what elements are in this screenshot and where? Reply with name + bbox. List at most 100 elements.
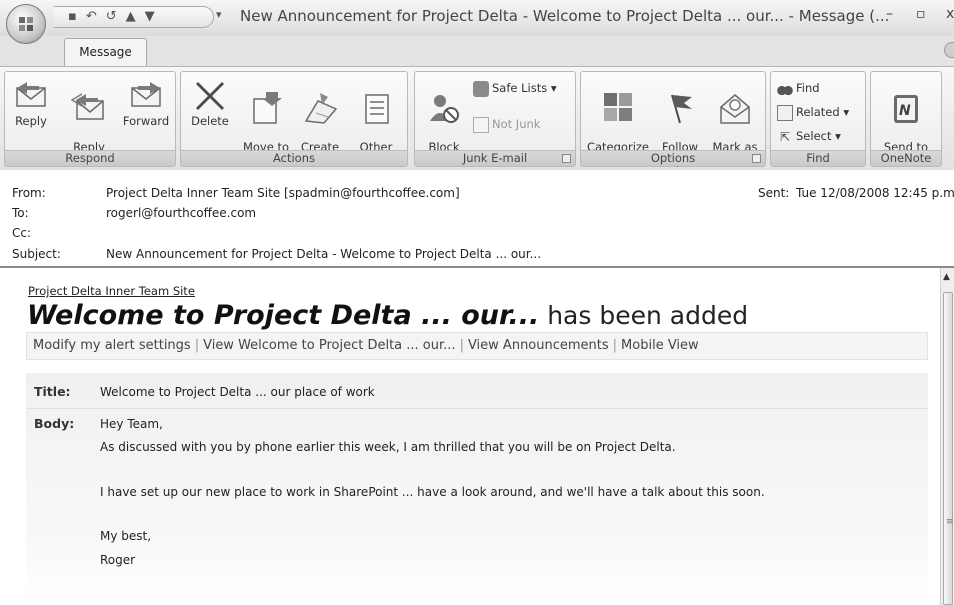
cc-label: Cc: <box>12 226 32 240</box>
not-junk-button[interactable]: Not Junk <box>473 114 540 134</box>
sent-label: Sent: <box>758 186 790 200</box>
body-line: Hey Team, <box>100 417 163 431</box>
minimize-button[interactable]: – <box>886 6 893 22</box>
to-value[interactable]: rogerl@fourthcoffee.com <box>106 206 256 220</box>
group-respond: Reply Reply to All Forward Respond <box>4 71 176 167</box>
safe-lists-button[interactable]: Safe Lists ▾ <box>473 78 557 98</box>
group-label-find: Find <box>771 150 865 166</box>
maximize-button[interactable]: ▫ <box>916 6 926 22</box>
view-announcements-link[interactable]: View Announcements <box>468 338 609 353</box>
field-divider <box>26 408 928 409</box>
move-folder-icon <box>253 92 282 124</box>
body-line: I have set up our new place to work in S… <box>100 485 765 499</box>
headline-title: Welcome to Project Delta ... our... <box>27 300 540 331</box>
move-to-folder-button[interactable]: Move to Folder ▾ <box>239 78 293 167</box>
safe-lists-icon <box>473 80 489 97</box>
scroll-up-icon[interactable]: ▲ <box>943 272 950 282</box>
link-separator: | <box>459 338 464 353</box>
modify-alert-settings-link[interactable]: Modify my alert settings <box>33 338 191 353</box>
to-label: To: <box>12 206 29 220</box>
view-item-link[interactable]: View Welcome to Project Delta ... our... <box>203 338 455 353</box>
tab-message[interactable]: Message <box>64 38 147 67</box>
group-label-respond: Respond <box>5 150 175 166</box>
title-label: Title: <box>34 384 71 399</box>
create-rule-button[interactable]: Create Rule <box>297 78 343 167</box>
mobile-view-link[interactable]: Mobile View <box>621 338 699 353</box>
flag-icon <box>671 94 692 124</box>
block-sender-button[interactable]: Block Sender <box>421 78 467 167</box>
delete-button[interactable]: Delete <box>189 78 231 148</box>
not-junk-icon <box>473 116 489 133</box>
group-actions: Delete Move to Folder ▾ Create Rule <box>180 71 408 167</box>
headline: Welcome to Project Delta ... our... has … <box>27 300 748 331</box>
customize-qat-icon[interactable]: ▾ <box>216 8 222 21</box>
from-label: From: <box>12 186 46 200</box>
help-icon[interactable] <box>944 42 954 58</box>
close-button[interactable]: x <box>946 6 954 22</box>
sent-value: Tue 12/08/2008 12:45 p.m. <box>796 186 954 200</box>
message-headers: From: Project Delta Inner Team Site [spa… <box>0 182 954 266</box>
mark-unread-icon <box>720 94 750 124</box>
safe-lists-label: Safe Lists ▾ <box>492 81 557 95</box>
options-launcher-icon[interactable] <box>752 154 761 163</box>
categorize-icon <box>604 93 632 121</box>
group-junk-email: Block Sender Safe Lists ▾ Not Junk Junk … <box>414 71 576 167</box>
subject-value: New Announcement for Project Delta - Wel… <box>106 247 542 261</box>
send-to-onenote-button[interactable]: N Send to OneNote <box>875 78 937 167</box>
vertical-scrollbar[interactable]: ▲ ≡ <box>940 268 954 605</box>
ribbon-tab-row: Message <box>0 36 954 67</box>
up-arrow-icon[interactable]: ▲ <box>126 7 136 27</box>
categorize-button[interactable]: Categorize ▾ <box>585 78 651 167</box>
link-separator: | <box>612 338 618 353</box>
body-line: Roger <box>100 553 136 567</box>
group-label-onenote: OneNote <box>871 150 941 166</box>
headline-suffix: has been added <box>539 301 749 330</box>
other-actions-icon <box>365 94 389 124</box>
office-logo-icon <box>19 17 33 31</box>
junk-email-launcher-icon[interactable] <box>562 154 571 163</box>
title-value: Welcome to Project Delta ... our place o… <box>100 385 375 399</box>
related-button[interactable]: Related ▾ <box>777 102 849 122</box>
save-icon[interactable]: ▪ <box>68 7 77 27</box>
group-find: Find Related ▾ ⇱ Select ▾ Find <box>770 71 866 167</box>
group-label-junk-email: Junk E-mail <box>415 150 575 166</box>
select-button[interactable]: ⇱ Select ▾ <box>777 126 841 146</box>
link-separator: | <box>194 338 200 353</box>
group-label-actions: Actions <box>181 150 407 166</box>
reply-button[interactable]: Reply <box>9 78 53 148</box>
group-options: Categorize ▾ Follow Up ▾ Mark as Unread … <box>580 71 766 167</box>
item-fields: Title: Welcome to Project Delta ... our … <box>26 373 928 605</box>
group-label-options: Options <box>581 150 765 166</box>
alert-links-bar: Modify my alert settings | View Welcome to… <box>26 332 928 360</box>
delete-icon <box>196 82 224 110</box>
forward-button[interactable]: Forward <box>119 78 173 148</box>
forward-label: Forward <box>122 114 170 128</box>
redo-icon[interactable]: ↺ <box>106 7 117 27</box>
reply-all-button[interactable]: Reply to All <box>63 78 115 167</box>
undo-icon[interactable]: ↶ <box>86 7 97 27</box>
subject-label: Subject: <box>12 247 61 261</box>
other-actions-button[interactable]: Other Actions ▾ <box>347 78 405 167</box>
svg-text:N: N <box>899 103 911 119</box>
group-onenote: N Send to OneNote OneNote <box>870 71 942 167</box>
delete-label: Delete <box>191 114 229 128</box>
follow-up-button[interactable]: Follow Up ▾ <box>655 78 705 167</box>
reply-icon <box>16 82 46 107</box>
related-label: Related ▾ <box>796 105 850 119</box>
quick-access-toolbar: ▪ ↶ ↺ ▲ ▼ <box>54 6 214 28</box>
onenote-icon: N <box>894 95 918 123</box>
ribbon: Reply Reply to All Forward Respond <box>0 66 954 170</box>
office-button[interactable] <box>6 4 46 44</box>
down-arrow-icon[interactable]: ▼ <box>145 7 155 27</box>
select-label: Select ▾ <box>796 129 841 143</box>
site-link[interactable]: Project Delta Inner Team Site <box>28 284 195 298</box>
from-value[interactable]: Project Delta Inner Team Site [spadmin@f… <box>106 186 460 200</box>
cursor-icon: ⇱ <box>779 129 791 144</box>
mark-as-unread-button[interactable]: Mark as Unread <box>707 78 763 167</box>
scroll-thumb[interactable]: ≡ <box>943 292 954 605</box>
create-rule-icon <box>304 93 338 124</box>
window-title: New Announcement for Project Delta - Wel… <box>240 7 890 25</box>
reply-label: Reply <box>15 114 47 128</box>
scroll-grip-icon: ≡ <box>946 517 954 527</box>
find-button[interactable]: Find <box>777 78 820 98</box>
